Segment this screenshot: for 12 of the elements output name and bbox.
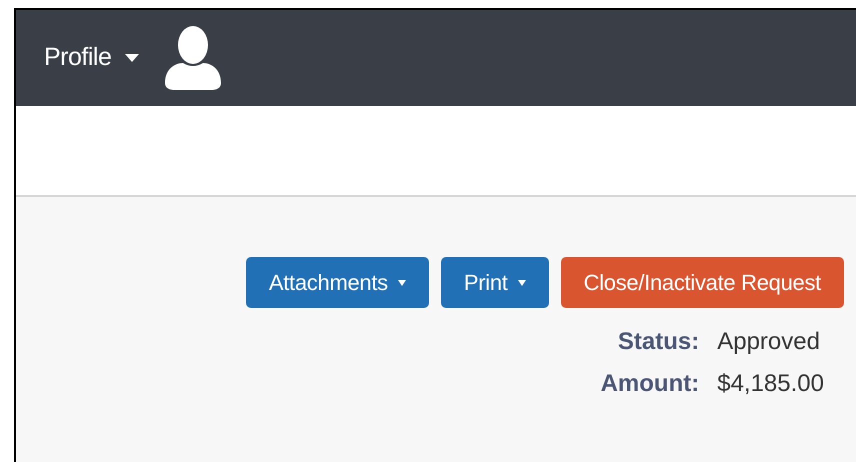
- profile-menu[interactable]: Profile: [44, 39, 140, 77]
- user-icon[interactable]: [163, 25, 224, 91]
- dropdown-button[interactable]: Attachments: [246, 257, 429, 308]
- caret-icon: [518, 280, 526, 286]
- field-label: Amount:: [600, 369, 700, 399]
- field-value: Approved: [717, 327, 821, 357]
- field-value: $4,185.00: [717, 369, 824, 399]
- caret-icon: [125, 54, 140, 62]
- caret-icon: [398, 280, 406, 286]
- dropdown-button[interactable]: Print: [440, 257, 549, 308]
- action-button[interactable]: Close/Inactivate Request: [560, 257, 844, 308]
- field-label: Status:: [616, 327, 700, 357]
